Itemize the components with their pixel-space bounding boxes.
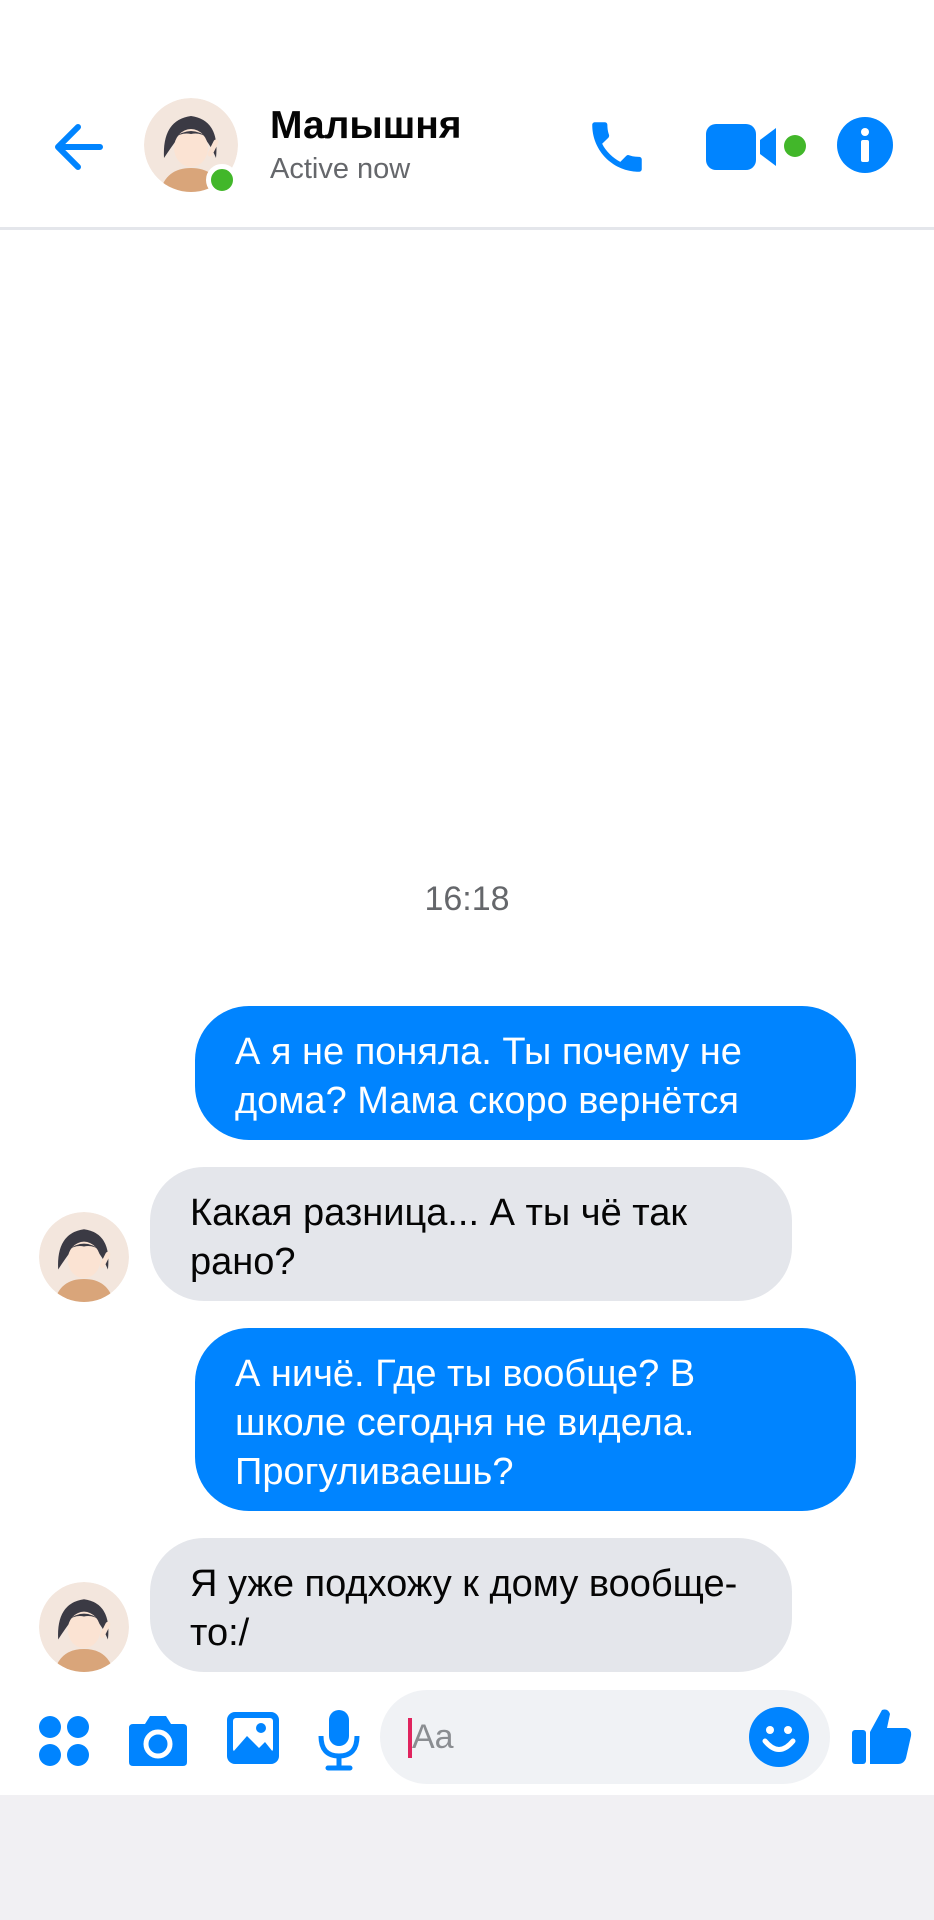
incoming-message[interactable]: Какая разница... А ты чё так рано? <box>150 1167 792 1301</box>
message-input-container[interactable] <box>380 1690 830 1784</box>
contact-avatar-small <box>39 1212 129 1302</box>
contact-name[interactable]: Малышня <box>270 104 462 148</box>
outgoing-message[interactable]: А я не поняла. Ты почему не дома? Мама с… <box>195 1006 856 1140</box>
outgoing-message[interactable]: А ничё. Где ты вообще? В школе сегодня н… <box>195 1328 856 1511</box>
apps-grid-icon[interactable] <box>36 1713 92 1769</box>
chat-header: Малышня Active now <box>0 0 934 230</box>
video-active-dot <box>784 135 806 157</box>
video-camera-icon[interactable] <box>706 120 782 174</box>
message-input[interactable] <box>412 1690 712 1784</box>
emoji-icon[interactable] <box>748 1706 810 1768</box>
microphone-icon[interactable] <box>314 1708 364 1772</box>
bottom-bar <box>0 1795 934 1920</box>
contact-avatar-small <box>39 1582 129 1672</box>
info-icon[interactable] <box>836 116 894 174</box>
message-composer <box>0 1690 934 1790</box>
phone-icon[interactable] <box>584 114 650 180</box>
gallery-icon[interactable] <box>225 1710 281 1766</box>
camera-icon[interactable] <box>127 1712 189 1768</box>
incoming-message[interactable]: Я уже подхожу к дому вообще-то:/ <box>150 1538 792 1672</box>
online-indicator <box>206 164 238 196</box>
arrow-left-icon[interactable] <box>48 115 112 179</box>
contact-status: Active now <box>270 153 411 185</box>
message-timestamp: 16:18 <box>424 880 510 918</box>
thumbs-up-icon[interactable] <box>850 1704 914 1768</box>
